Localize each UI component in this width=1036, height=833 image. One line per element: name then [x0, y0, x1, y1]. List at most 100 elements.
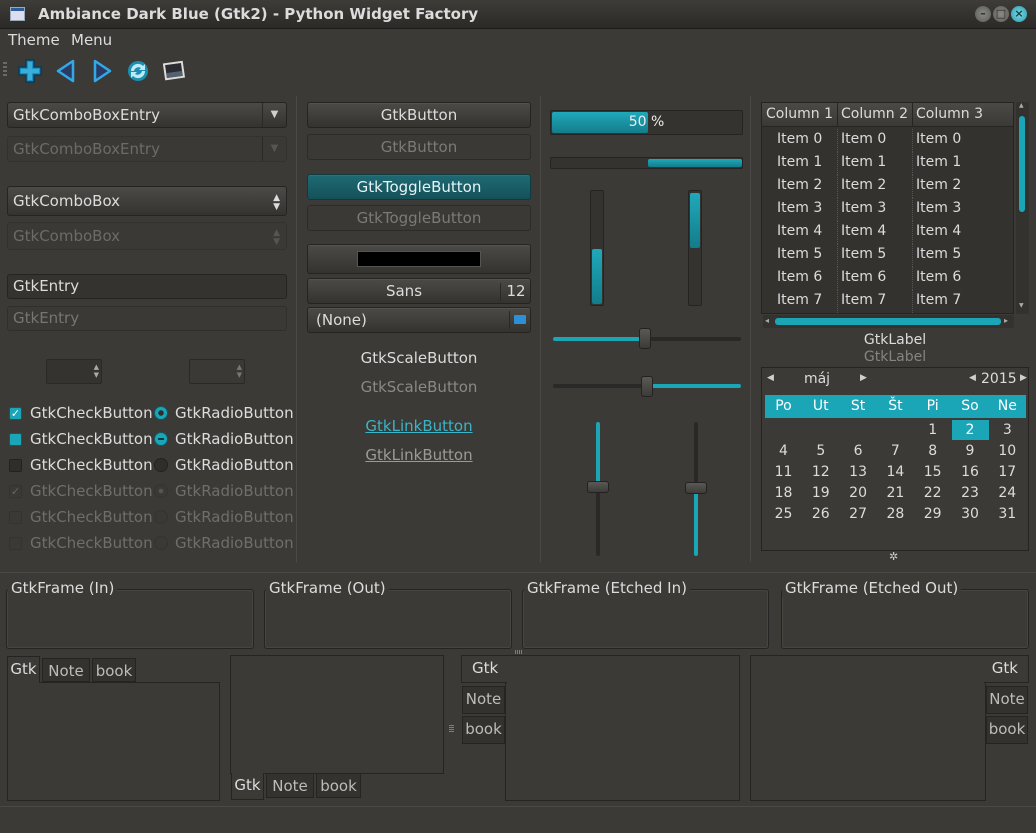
notebook-bottom-tab-1[interactable]: Gtk [231, 773, 264, 800]
tree-cell[interactable]: Item 2 [916, 177, 961, 193]
tree-cell[interactable]: Item 3 [916, 200, 961, 216]
tree-cell[interactable]: Item 2 [841, 177, 886, 193]
picture-icon[interactable] [161, 58, 187, 84]
back-icon[interactable] [53, 58, 79, 84]
scroll-left-icon[interactable]: ◂ [765, 316, 769, 325]
close-button[interactable]: × [1011, 6, 1027, 22]
scroll-right-icon[interactable]: ▸ [1004, 316, 1008, 325]
tree-cell[interactable]: Item 0 [916, 131, 961, 147]
minimize-button[interactable]: – [975, 6, 991, 22]
tree-cell[interactable]: Item 5 [916, 246, 961, 262]
forward-icon[interactable] [89, 58, 115, 84]
calendar-day[interactable]: 25 [765, 504, 802, 524]
hscale-handle[interactable] [639, 328, 651, 349]
tree-cell[interactable]: Item 1 [777, 154, 822, 170]
toolbar-grip[interactable] [3, 62, 7, 78]
tree-cell[interactable]: Item 7 [777, 292, 822, 308]
toggle-button-active[interactable]: GtkToggleButton [307, 174, 531, 200]
tree-cell[interactable]: Item 0 [841, 131, 886, 147]
calendar-day[interactable]: 7 [877, 441, 914, 461]
hscale-handle-2[interactable] [641, 376, 653, 397]
calendar-day[interactable]: 17 [989, 462, 1026, 482]
calendar-day[interactable]: 20 [840, 483, 877, 503]
next-year-icon[interactable]: ▶ [1020, 373, 1027, 383]
tree-cell[interactable]: Item 2 [777, 177, 822, 193]
calendar-day[interactable]: 11 [765, 462, 802, 482]
gtk-button[interactable]: GtkButton [307, 102, 531, 128]
link-button[interactable]: GtkLinkButton [365, 417, 472, 435]
column-header-1[interactable]: Column 1 [766, 106, 833, 122]
check-box-unchecked[interactable] [9, 459, 22, 472]
refresh-icon[interactable] [125, 58, 151, 84]
calendar-day[interactable]: 5 [802, 441, 839, 461]
pane-handle[interactable] [515, 650, 523, 654]
notebook-left-tab-3[interactable]: book [462, 716, 505, 744]
prev-year-icon[interactable]: ◀ [969, 373, 976, 383]
vscale-handle-2[interactable] [685, 482, 707, 494]
calendar-day[interactable]: 10 [989, 441, 1026, 461]
calendar-day[interactable]: 28 [877, 504, 914, 524]
notebook-left-tab-1[interactable]: Gtk [461, 655, 507, 683]
notebook-right-tab-3[interactable]: book [986, 716, 1028, 744]
combo-box-entry[interactable]: GtkComboBoxEntry ▼ [7, 102, 287, 128]
calendar-day[interactable]: 24 [989, 483, 1026, 503]
file-chooser-button[interactable]: (None) [307, 307, 531, 333]
maximize-button[interactable]: □ [993, 6, 1009, 22]
radio-unchecked[interactable] [154, 458, 168, 472]
scroll-up-icon[interactable]: ▲ [1019, 102, 1024, 109]
calendar-day[interactable]: 21 [877, 483, 914, 503]
next-month-icon[interactable]: ▶ [860, 373, 867, 383]
tree-vscrollbar-thumb[interactable] [1019, 116, 1025, 212]
combo-box[interactable]: GtkComboBox ▲ ▼ [7, 186, 287, 216]
tree-cell[interactable]: Item 4 [777, 223, 822, 239]
calendar-day[interactable]: 27 [840, 504, 877, 524]
calendar-day[interactable]: 31 [989, 504, 1026, 524]
tree-hscrollbar-thumb[interactable] [775, 318, 1001, 325]
resize-grip-icon[interactable]: ✲ [889, 551, 901, 563]
tree-cell[interactable]: Item 7 [841, 292, 886, 308]
calendar-day[interactable]: 14 [877, 462, 914, 482]
calendar[interactable]: ◀ máj ▶ ◀ 2015 ▶ Po Ut St Št Pi So Ne 12345678… [761, 367, 1029, 551]
calendar-day[interactable]: 2 [951, 420, 989, 440]
menu-menu[interactable]: Menu [71, 31, 112, 49]
tree-hscrollbar[interactable]: ◂ ▸ [763, 315, 1014, 328]
tree-cell[interactable]: Item 1 [916, 154, 961, 170]
calendar-day[interactable]: 26 [802, 504, 839, 524]
radio-inconsistent[interactable] [154, 432, 168, 446]
calendar-day[interactable]: 23 [952, 483, 989, 503]
column-header-3[interactable]: Column 3 [916, 106, 983, 122]
prev-month-icon[interactable]: ◀ [767, 373, 774, 383]
scroll-down-icon[interactable]: ▼ [1019, 302, 1024, 309]
calendar-day[interactable]: 8 [914, 441, 951, 461]
notebook-bottom-tab-2[interactable]: Note [266, 773, 314, 798]
spin-button[interactable]: ▲ ▼ [46, 359, 102, 384]
calendar-day[interactable]: 29 [914, 504, 951, 524]
tree-cell[interactable]: Item 7 [916, 292, 961, 308]
tree-view[interactable]: Column 1 Column 2 Column 3 Item 0 Item 0 I… [761, 102, 1014, 314]
check-box-checked[interactable]: ✓ [9, 407, 22, 420]
notebook-top-tab-1[interactable]: Gtk [7, 656, 40, 683]
tree-cell[interactable]: Item 3 [841, 200, 886, 216]
tree-cell[interactable]: Item 6 [777, 269, 822, 285]
notebook-right-tab-2[interactable]: Note [986, 686, 1028, 714]
dropdown-arrow-icon[interactable]: ▼ [262, 103, 286, 127]
tree-vscrollbar[interactable]: ▲ ▼ [1016, 102, 1029, 314]
calendar-day[interactable]: 19 [802, 483, 839, 503]
calendar-day[interactable]: 18 [765, 483, 802, 503]
notebook-top-tab-2[interactable]: Note [42, 658, 90, 682]
tree-cell[interactable]: Item 4 [841, 223, 886, 239]
tree-cell[interactable]: Item 1 [841, 154, 886, 170]
column-header-2[interactable]: Column 2 [841, 106, 908, 122]
spin-arrows-icon[interactable]: ▲ ▼ [94, 363, 99, 379]
tree-cell[interactable]: Item 5 [777, 246, 822, 262]
calendar-day[interactable]: 3 [989, 420, 1026, 440]
color-button[interactable] [307, 244, 531, 274]
notebook-bottom-tab-3[interactable]: book [316, 773, 361, 798]
check-box-inconsistent[interactable] [9, 433, 22, 446]
pane-handle-vertical[interactable] [449, 725, 454, 733]
calendar-day[interactable]: 4 [765, 441, 802, 461]
calendar-day[interactable]: 16 [952, 462, 989, 482]
tree-cell[interactable]: Item 4 [916, 223, 961, 239]
entry[interactable]: GtkEntry [7, 274, 287, 299]
tree-cell[interactable]: Item 6 [916, 269, 961, 285]
